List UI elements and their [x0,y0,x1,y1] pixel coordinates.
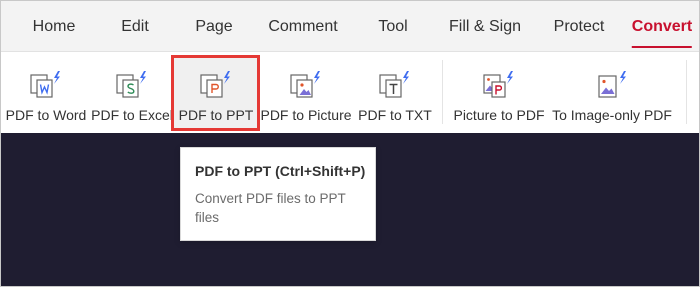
menu-fill-sign[interactable]: Fill & Sign [449,1,521,51]
pdf-to-ppt-label: PDF to PPT [178,107,254,123]
pdf-to-picture-icon [290,71,320,98]
tooltip-title: PDF to PPT (Ctrl+Shift+P) [195,163,366,179]
pdf-to-txt-icon [379,71,409,98]
menu-page[interactable]: Page [195,1,232,51]
menu-tool[interactable]: Tool [378,1,407,51]
menu-home[interactable]: Home [33,1,76,51]
pdf-to-picture-label: PDF to Picture [260,107,352,123]
menu-bar: Home Edit Page Comment Tool Fill & Sign … [1,1,699,52]
picture-to-pdf-button[interactable]: Picture to PDF [453,52,545,133]
picture-to-pdf-icon [483,71,513,98]
menu-convert[interactable]: Convert [631,1,693,51]
ribbon-toolbar-overlay: PDF to PPT PDF to Picture PDF to TXT Pic… [1,52,699,133]
picture-to-pdf-label: Picture to PDF [453,107,545,123]
menu-protect[interactable]: Protect [554,1,605,51]
to-image-only-pdf-label: To Image-only PDF [552,107,672,123]
pdf-to-picture-button[interactable]: PDF to Picture [260,52,352,133]
tooltip: PDF to PPT (Ctrl+Shift+P) Convert PDF fi… [180,147,376,241]
menu-edit[interactable]: Edit [121,1,149,51]
pdf-to-ppt-button[interactable]: PDF to PPT [174,52,258,133]
pdf-to-txt-button[interactable]: PDF to TXT [356,52,434,133]
pdf-to-ppt-icon [200,71,230,98]
to-image-only-pdf-button[interactable]: To Image-only PDF [552,52,672,133]
pdf-to-txt-label: PDF to TXT [358,107,432,123]
ribbon-divider [686,60,687,124]
tooltip-description: Convert PDF files to PPT files [195,191,346,225]
ribbon-divider [442,60,443,124]
to-image-only-pdf-icon [598,71,626,98]
menu-comment[interactable]: Comment [268,1,337,51]
